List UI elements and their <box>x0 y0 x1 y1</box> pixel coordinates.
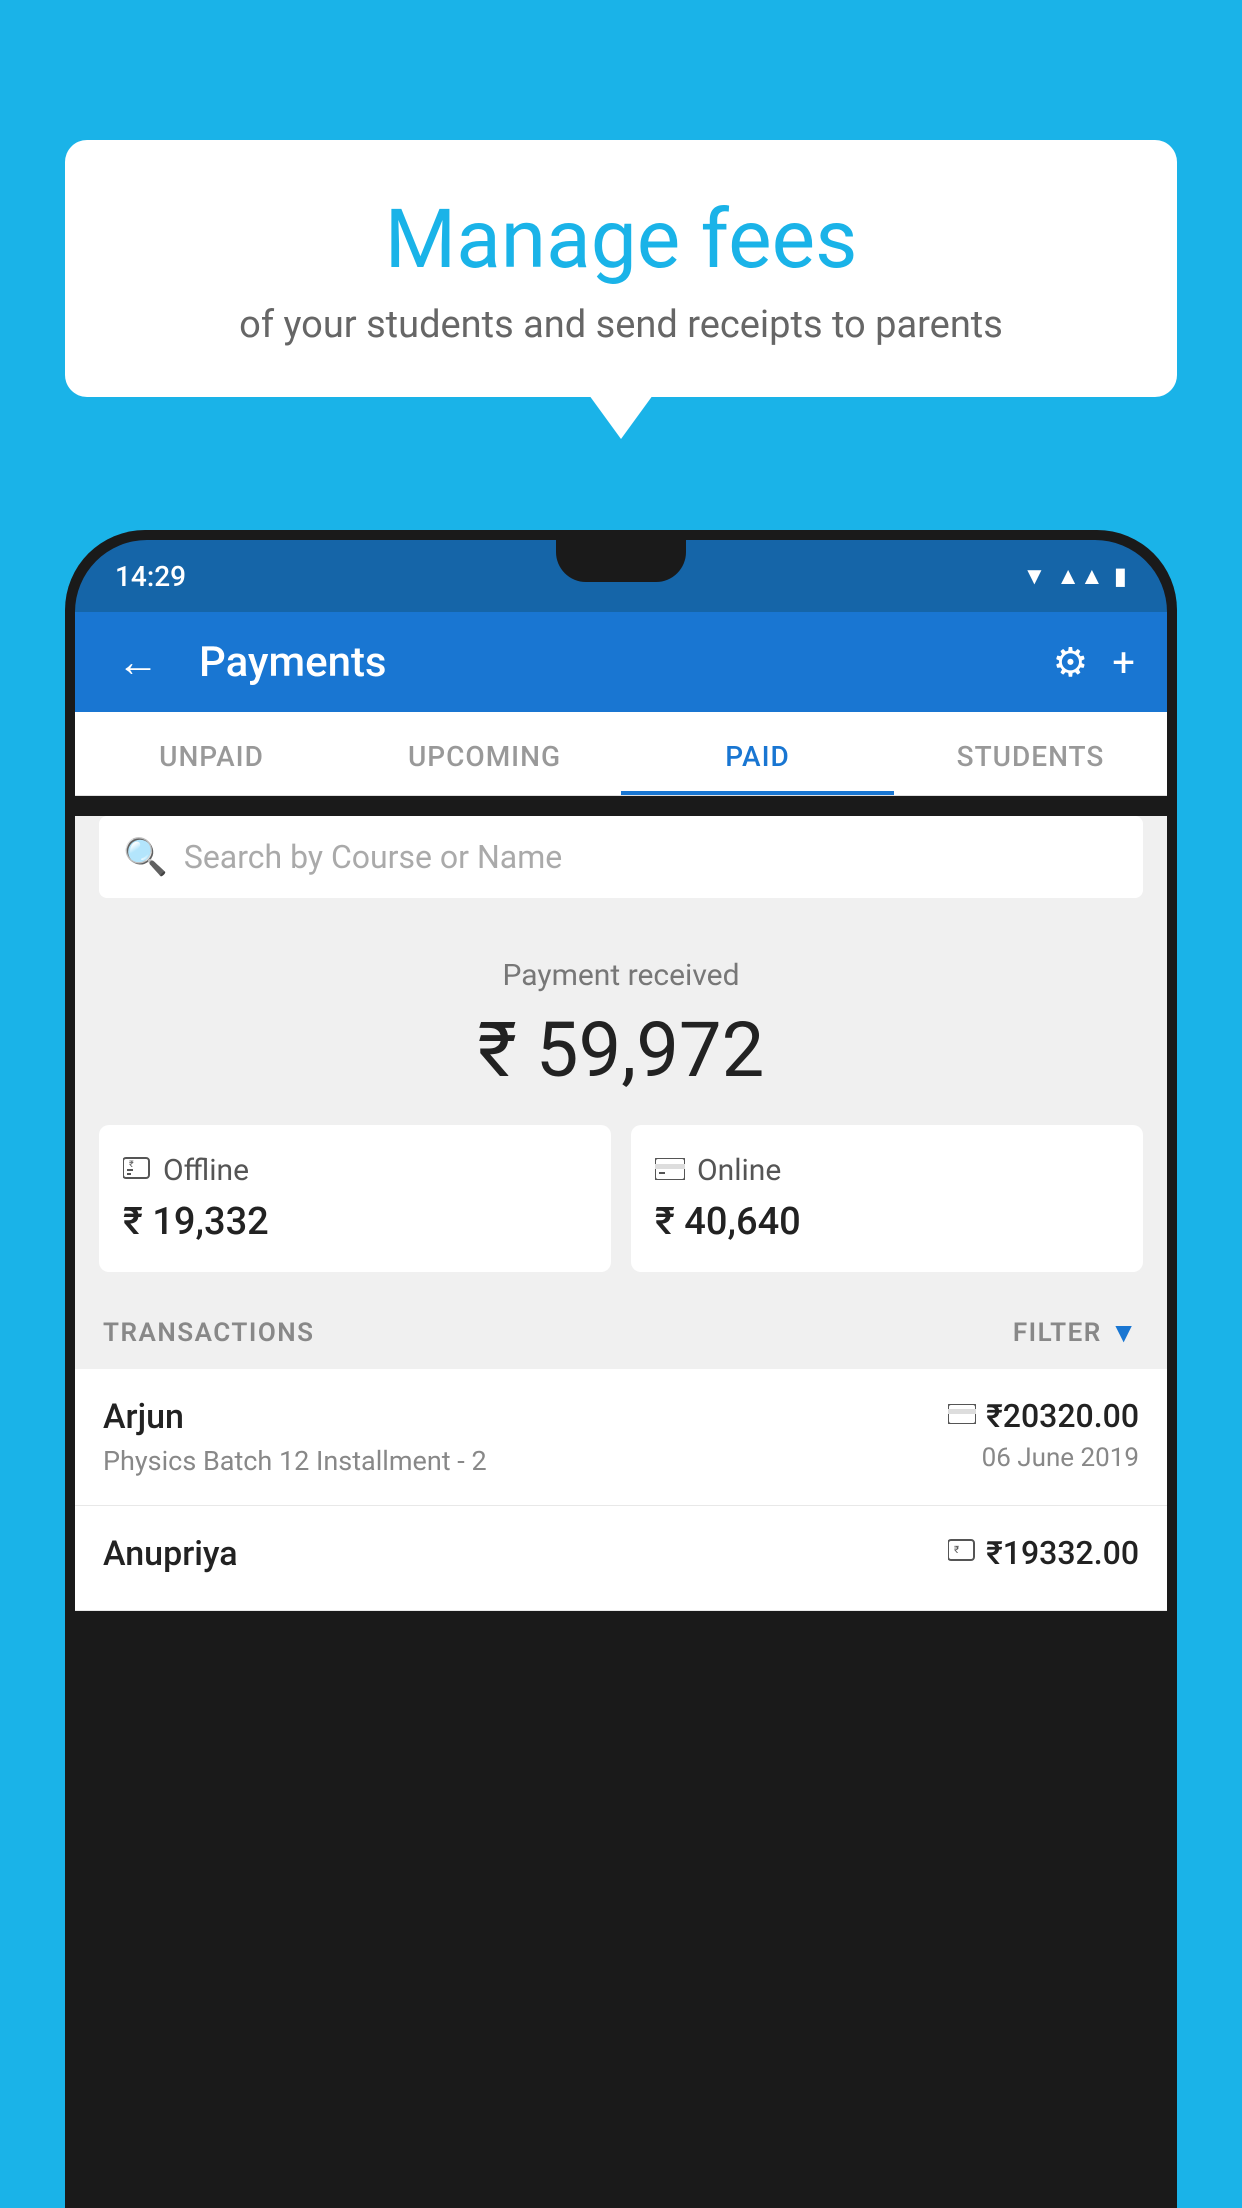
offline-payment-card: ₹ Offline ₹ 19,332 <box>99 1125 611 1272</box>
tab-upcoming[interactable]: UPCOMING <box>348 712 621 795</box>
offline-amount: ₹ 19,332 <box>123 1200 587 1244</box>
transactions-header: TRANSACTIONS FILTER ▼ <box>75 1296 1167 1369</box>
transaction-right-arjun: ₹20320.00 06 June 2019 <box>948 1397 1139 1473</box>
search-icon: 🔍 <box>123 836 168 878</box>
transaction-amount-row: ₹20320.00 <box>948 1397 1139 1435</box>
add-button[interactable]: + <box>1112 639 1135 686</box>
table-row: Arjun Physics Batch 12 Installment - 2 ₹… <box>75 1369 1167 1506</box>
tab-paid[interactable]: PAID <box>621 712 894 795</box>
search-bar[interactable]: 🔍 Search by Course or Name <box>99 816 1143 898</box>
card-payment-icon <box>948 1401 976 1431</box>
filter-icon: ▼ <box>1110 1316 1139 1349</box>
tab-unpaid[interactable]: UNPAID <box>75 712 348 795</box>
transaction-amount-row: ₹ ₹19332.00 <box>948 1534 1139 1572</box>
transaction-date: 06 June 2019 <box>948 1443 1139 1473</box>
bubble-title: Manage fees <box>125 195 1117 285</box>
total-payment-amount: ₹ 59,972 <box>99 1005 1143 1095</box>
transaction-left-arjun: Arjun Physics Batch 12 Installment - 2 <box>103 1397 948 1477</box>
offline-label: Offline <box>163 1153 249 1188</box>
phone-inner: 14:29 ▼ ▲▲ ▮ ← Payments ⚙ + <box>75 540 1167 2208</box>
filter-label: FILTER <box>1013 1318 1102 1348</box>
svg-text:₹: ₹ <box>954 1545 959 1556</box>
background: Manage fees of your students and send re… <box>0 0 1242 2208</box>
offline-icon: ₹ <box>123 1154 151 1187</box>
status-bar: 14:29 ▼ ▲▲ ▮ <box>75 540 1167 612</box>
online-card-header: Online <box>655 1153 1119 1188</box>
signal-icon: ▲▲ <box>1056 562 1104 591</box>
transaction-name: Anupriya <box>103 1534 948 1574</box>
table-row: Anupriya ₹ ₹19332.00 <box>75 1506 1167 1611</box>
online-payment-card: Online ₹ 40,640 <box>631 1125 1143 1272</box>
status-icons: ▼ ▲▲ ▮ <box>1023 562 1128 591</box>
transaction-list: Arjun Physics Batch 12 Installment - 2 ₹… <box>75 1369 1167 1611</box>
page-title: Payments <box>199 638 1032 687</box>
app-bar-actions: ⚙ + <box>1052 639 1135 686</box>
back-button[interactable]: ← <box>107 628 169 697</box>
online-label: Online <box>697 1153 781 1188</box>
payment-received-section: Payment received ₹ 59,972 <box>75 918 1167 1125</box>
payment-cards: ₹ Offline ₹ 19,332 Online <box>75 1125 1167 1296</box>
phone-frame: 14:29 ▼ ▲▲ ▮ ← Payments ⚙ + <box>65 530 1177 2208</box>
svg-text:₹: ₹ <box>129 1160 134 1170</box>
online-icon <box>655 1154 685 1187</box>
offline-card-header: ₹ Offline <box>123 1153 587 1188</box>
payment-received-label: Payment received <box>99 958 1143 993</box>
speech-bubble-container: Manage fees of your students and send re… <box>65 140 1177 397</box>
bubble-subtitle: of your students and send receipts to pa… <box>125 303 1117 347</box>
transaction-course: Physics Batch 12 Installment - 2 <box>103 1445 948 1477</box>
transaction-right-anupriya: ₹ ₹19332.00 <box>948 1534 1139 1580</box>
app-bar: ← Payments ⚙ + <box>75 612 1167 712</box>
wifi-icon: ▼ <box>1023 562 1047 591</box>
transaction-amount: ₹20320.00 <box>986 1397 1139 1435</box>
settings-button[interactable]: ⚙ <box>1052 639 1088 686</box>
content-area: 🔍 Search by Course or Name Payment recei… <box>75 816 1167 1611</box>
battery-icon: ▮ <box>1114 562 1127 590</box>
tabs: UNPAID UPCOMING PAID STUDENTS <box>75 712 1167 796</box>
transactions-label: TRANSACTIONS <box>103 1318 315 1348</box>
notch <box>556 540 686 582</box>
transaction-amount: ₹19332.00 <box>986 1534 1139 1572</box>
transaction-left-anupriya: Anupriya <box>103 1534 948 1582</box>
transaction-name: Arjun <box>103 1397 948 1437</box>
offline-payment-icon: ₹ <box>948 1538 976 1569</box>
speech-bubble: Manage fees of your students and send re… <box>65 140 1177 397</box>
filter-button[interactable]: FILTER ▼ <box>1013 1316 1139 1349</box>
search-placeholder-text: Search by Course or Name <box>184 838 562 876</box>
online-amount: ₹ 40,640 <box>655 1200 1119 1244</box>
tab-students[interactable]: STUDENTS <box>894 712 1167 795</box>
status-time: 14:29 <box>115 560 186 593</box>
